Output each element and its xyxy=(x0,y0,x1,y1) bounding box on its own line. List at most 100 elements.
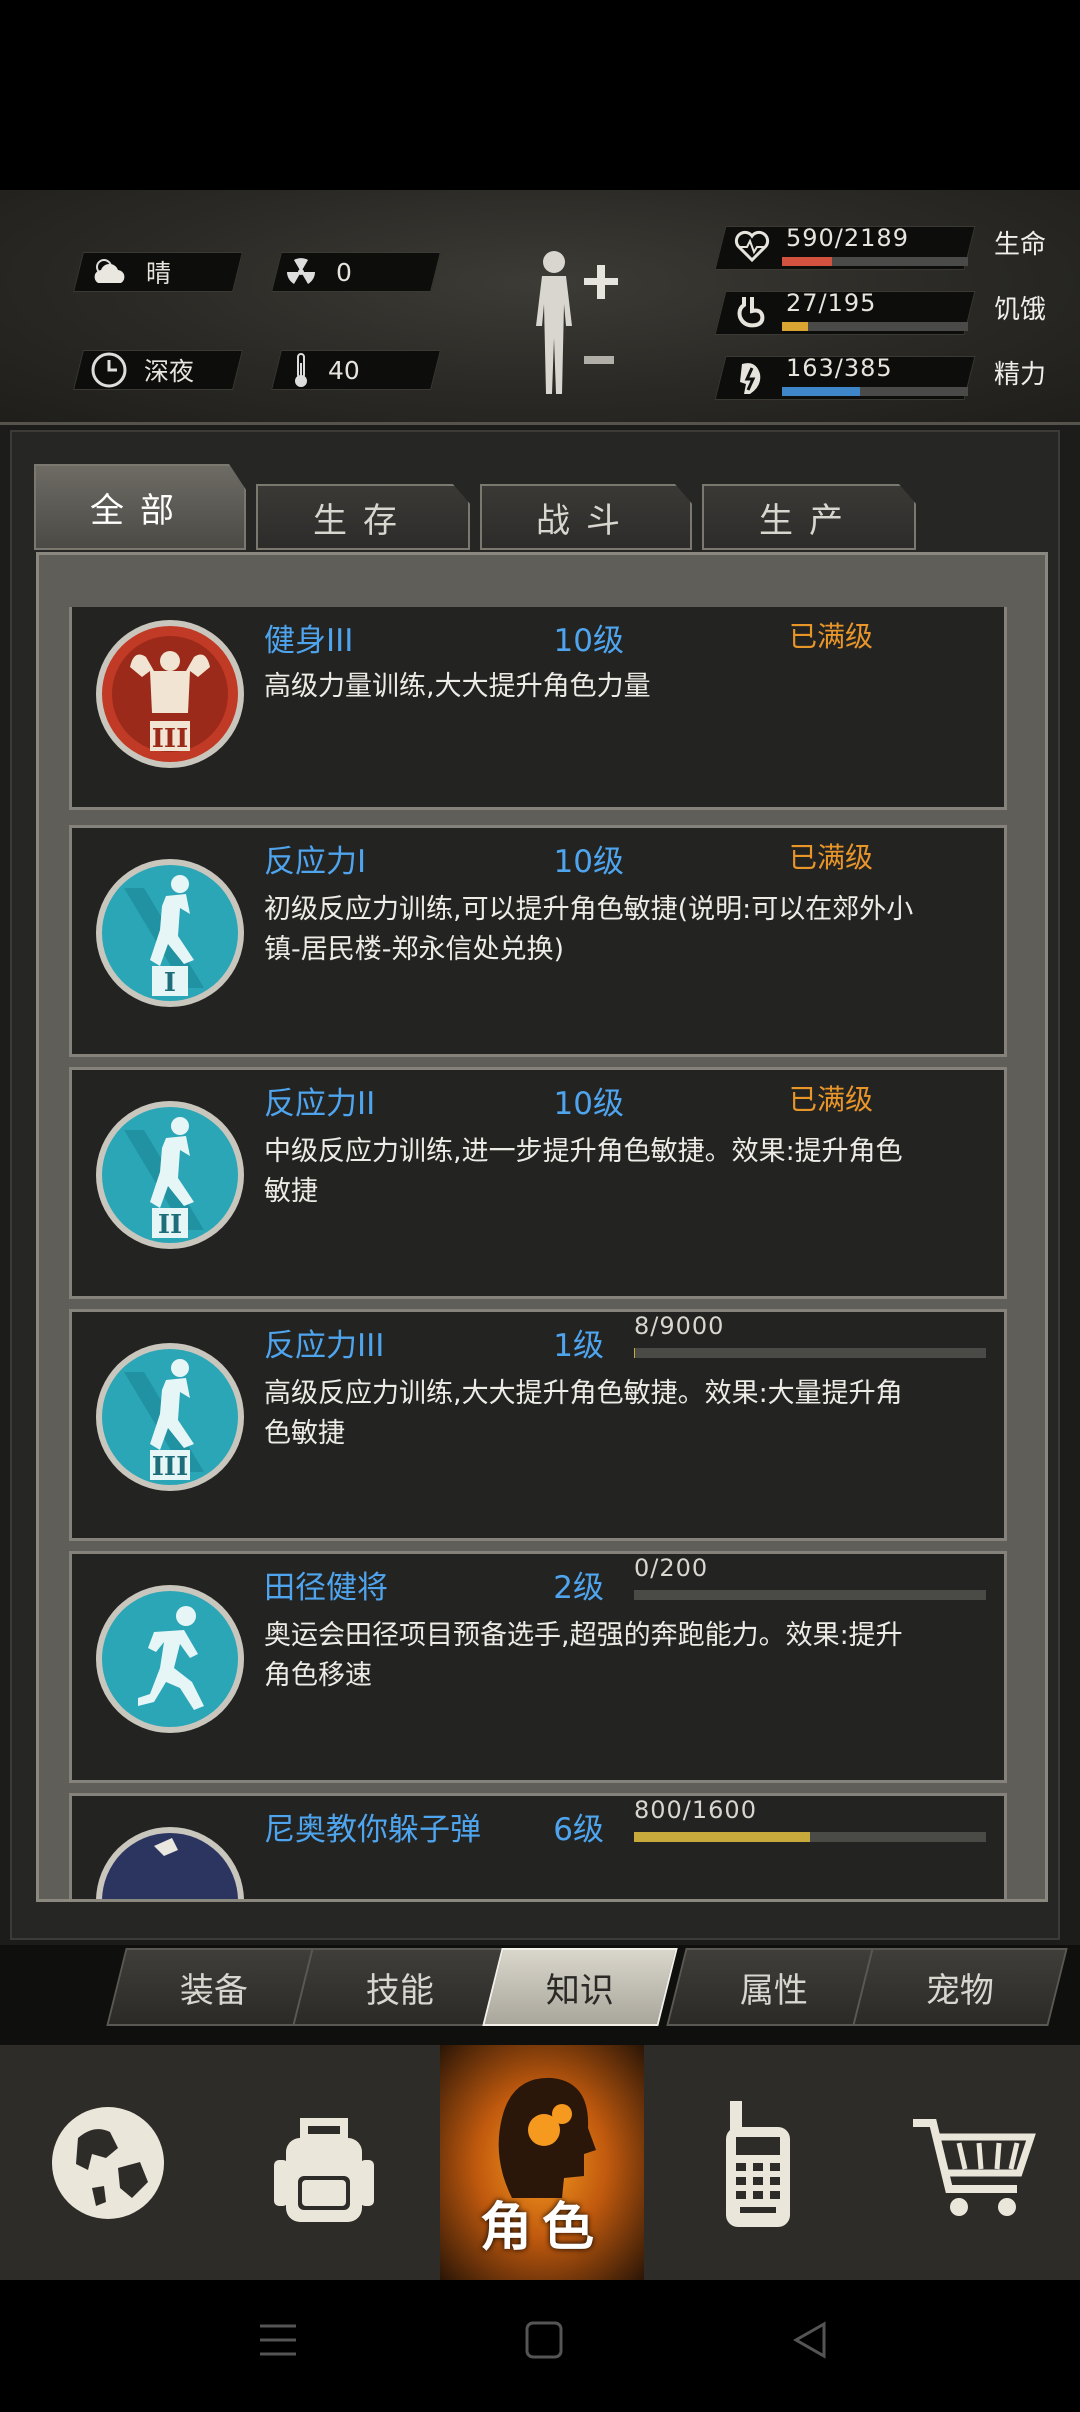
hunger-value: 27/195 xyxy=(786,289,877,317)
globe-icon xyxy=(52,2106,164,2219)
skill-xp: 800/1600 xyxy=(634,1796,757,1824)
tab-all-label: 全部 xyxy=(90,490,190,531)
weather-status: 晴 xyxy=(90,252,171,292)
subtab-knowledge-label: 知识 xyxy=(546,1970,614,2011)
subtab-equipment[interactable]: 装备 xyxy=(106,1948,322,2026)
skill-maxed-label: 已满级 xyxy=(789,841,874,874)
skill-name: 健身III xyxy=(264,623,354,659)
cloud-sun-icon xyxy=(94,259,125,283)
body-figure-button[interactable] xyxy=(520,248,630,398)
heart-icon xyxy=(734,230,770,262)
skill-level: 10级 xyxy=(553,1086,624,1122)
system-navigation-bar xyxy=(0,2280,1080,2412)
tab-survival[interactable]: 生存 xyxy=(256,484,470,550)
skill-name: 田径健将 xyxy=(264,1570,388,1606)
subtab-pets[interactable]: 宠物 xyxy=(852,1948,1068,2026)
skill-card[interactable]: III 健身III 10级 已满级 高级力量训练,大大提升角色力量 xyxy=(69,607,1007,810)
energy-icon xyxy=(740,363,761,394)
matrix-dodge-icon xyxy=(96,1827,244,1899)
skill-level: 6级 xyxy=(553,1812,604,1848)
subtab-equipment-label: 装备 xyxy=(180,1970,248,2011)
tab-all[interactable]: 全部 xyxy=(34,464,246,550)
temperature-status: 40 xyxy=(290,350,360,390)
subtab-knowledge[interactable]: 知识 xyxy=(482,1948,678,2026)
svg-text:III: III xyxy=(152,1452,189,1482)
skill-list[interactable]: III 健身III 10级 已满级 高级力量训练,大大提升角色力量 I 反应力I… xyxy=(36,552,1048,1902)
health-value: 590/2189 xyxy=(786,224,909,252)
skill-level: 2级 xyxy=(553,1570,604,1606)
skill-xp-bar xyxy=(634,1348,986,1358)
nav-shop-button[interactable] xyxy=(866,2045,1080,2280)
energy-bar xyxy=(782,387,968,396)
nav-character-label: 角色 xyxy=(479,2198,604,2258)
agility-i-icon: I xyxy=(96,859,244,1007)
nav-radio-button[interactable] xyxy=(650,2045,866,2280)
tab-survival-label: 生存 xyxy=(313,500,413,541)
subtab-pets-label: 宠物 xyxy=(926,1970,994,2011)
nav-character-button[interactable]: 角色 xyxy=(440,2045,644,2280)
bodybuilder-icon: III xyxy=(96,620,244,768)
skill-description: 中级反应力训练,进一步提升角色敏捷。效果:提升角色敏捷 xyxy=(264,1136,903,1207)
backpack-icon xyxy=(274,2117,374,2222)
tab-production[interactable]: 生产 xyxy=(702,484,916,550)
temperature-value: 40 xyxy=(328,355,360,385)
radiation-status: 0 xyxy=(282,252,352,292)
minus-icon xyxy=(584,356,614,364)
skill-name: 尼奥教你躲子弹 xyxy=(264,1812,481,1848)
skill-xp: 8/9000 xyxy=(634,1312,725,1340)
tab-production-label: 生产 xyxy=(759,500,859,541)
hunger-bar xyxy=(782,322,968,331)
skill-description: 初级反应力训练,可以提升角色敏捷(说明:可以在郊外小镇-居民楼-郑永信处兑换) xyxy=(264,894,914,965)
skill-card[interactable]: I 反应力I 10级 已满级 初级反应力训练,可以提升角色敏捷(说明:可以在郊外… xyxy=(69,825,1007,1057)
nav-backpack-button[interactable] xyxy=(216,2045,432,2280)
clock-icon xyxy=(91,352,127,388)
skill-description: 奥运会田径项目预备选手,超强的奔跑能力。效果:提升角色移速 xyxy=(264,1620,903,1691)
hunger-label: 饥饿 xyxy=(994,295,1047,325)
skill-card[interactable]: III 反应力III 1级 8/9000 高级反应力训练,大大提升角色敏捷。效果… xyxy=(69,1309,1007,1541)
health-label: 生命 xyxy=(994,230,1047,260)
time-label: 深夜 xyxy=(144,357,195,386)
radiation-value: 0 xyxy=(336,257,352,287)
subtab-skills-label: 技能 xyxy=(366,1970,434,2011)
nav-map-button[interactable] xyxy=(0,2045,216,2280)
skill-level: 1级 xyxy=(553,1328,604,1364)
svg-text:II: II xyxy=(158,1210,182,1240)
subtab-skills[interactable]: 技能 xyxy=(292,1948,508,2026)
runner-icon xyxy=(96,1585,244,1733)
skill-card[interactable]: 尼奥教你躲子弹 6级 800/1600 xyxy=(69,1793,1007,1899)
menu-icon[interactable] xyxy=(258,2320,298,2360)
skill-level: 10级 xyxy=(553,623,624,659)
skill-name: 反应力I xyxy=(264,844,367,880)
shopping-cart-icon xyxy=(913,2118,1036,2216)
vital-health: 590/2189 生命 xyxy=(714,220,1060,276)
skill-xp: 0/200 xyxy=(634,1554,709,1582)
subtab-attributes[interactable]: 属性 xyxy=(666,1948,882,2026)
health-bar xyxy=(782,257,968,266)
skill-xp-bar xyxy=(634,1590,986,1600)
energy-label: 精力 xyxy=(994,360,1047,390)
skill-name: 反应力II xyxy=(264,1086,376,1122)
svg-text:III: III xyxy=(152,724,189,754)
tab-combat[interactable]: 战斗 xyxy=(480,484,692,550)
skill-level: 10级 xyxy=(553,844,624,880)
subtab-attributes-label: 属性 xyxy=(740,1970,808,2011)
skill-description: 高级力量训练,大大提升角色力量 xyxy=(264,671,651,702)
skill-card[interactable]: 田径健将 2级 0/200 奥运会田径项目预备选手,超强的奔跑能力。效果:提升角… xyxy=(69,1551,1007,1783)
skill-maxed-label: 已满级 xyxy=(789,620,874,653)
stomach-icon xyxy=(737,297,765,328)
skill-name: 反应力III xyxy=(264,1328,385,1364)
skill-xp-bar xyxy=(634,1832,986,1842)
vital-energy: 163/385 精力 xyxy=(714,350,1060,406)
home-icon[interactable] xyxy=(524,2320,564,2360)
tab-combat-label: 战斗 xyxy=(536,500,636,541)
svg-text:I: I xyxy=(164,968,176,998)
walkie-talkie-icon xyxy=(726,2100,790,2227)
agility-iii-icon: III xyxy=(96,1343,244,1491)
thermometer-icon xyxy=(295,353,307,387)
radiation-icon xyxy=(287,258,315,284)
skill-card[interactable]: II 反应力II 10级 已满级 中级反应力训练,进一步提升角色敏捷。效果:提升… xyxy=(69,1067,1007,1299)
skill-maxed-label: 已满级 xyxy=(789,1083,874,1116)
skill-description: 高级反应力训练,大大提升角色敏捷。效果:大量提升角色敏捷 xyxy=(264,1378,903,1449)
vital-hunger: 27/195 饥饿 xyxy=(714,285,1060,341)
back-icon[interactable] xyxy=(790,2320,830,2360)
